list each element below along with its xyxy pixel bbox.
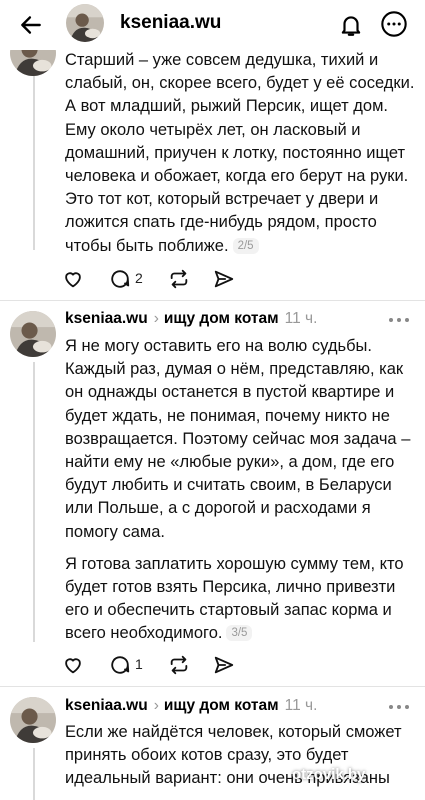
heart-icon [65,272,81,288]
watermark: otzovik.by [292,766,366,783]
reply-count: 1 [135,656,143,672]
share-button[interactable] [213,268,235,292]
post-header: kseniaa.wu › ищу дом котам 11 ч. [65,310,317,332]
chevron-right-icon: › [153,697,159,714]
post-actions: 2 [62,268,262,294]
more-icon[interactable] [380,10,408,38]
post-username[interactable]: kseniaa.wu [65,310,148,327]
post-group[interactable]: ищу дом котам [164,697,279,714]
repost-button[interactable] [168,268,190,292]
divider [0,686,425,687]
thread-line [33,362,35,642]
profile-username[interactable]: kseniaa.wu [120,12,221,34]
avatar[interactable] [10,697,56,743]
like-button[interactable] [62,268,84,292]
post-time: 11 ч. [284,697,318,714]
comment-icon [111,270,130,288]
post-actions: 1 [62,654,262,680]
reply-button[interactable]: 1 [109,654,149,678]
arrow-left-icon[interactable] [18,12,44,38]
post-header: kseniaa.wu › ищу дом котам 11 ч. [65,697,317,719]
thread-line [33,50,35,250]
post-paragraph: Я не могу оставить его на волю судьбы. К… [65,337,411,541]
send-icon [214,656,234,674]
repost-icon [170,655,188,675]
repost-button[interactable] [168,654,190,678]
post-time: 11 ч. [284,310,318,327]
profile-avatar[interactable] [66,4,104,42]
comment-icon [111,656,130,674]
post-username[interactable]: kseniaa.wu [65,697,148,714]
page-indicator: 3/5 [226,625,253,642]
repost-icon [170,269,188,289]
share-button[interactable] [213,654,235,678]
heart-icon [65,658,81,674]
page-indicator: 2/5 [232,237,259,254]
top-bar-overlay: kseniaa.wu [0,0,425,50]
reply-button[interactable]: 2 [109,268,149,292]
reply-count: 2 [135,270,143,286]
bell-icon[interactable] [338,11,364,39]
chevron-right-icon: › [153,310,159,327]
send-icon [214,270,234,288]
post-text: Я не могу оставить его на волю судьбы. К… [65,335,415,646]
thread-line [33,748,35,800]
like-button[interactable] [62,654,84,678]
more-dots-icon[interactable] [388,703,410,711]
post-group[interactable]: ищу дом котам [164,310,279,327]
avatar[interactable] [10,311,56,357]
more-dots-icon[interactable] [388,316,410,324]
post-text: Старший – уже совсем дедушка, тихий и сл… [65,49,415,258]
post-paragraph: Старший – уже совсем дедушка, тихий и сл… [65,51,415,255]
divider [0,300,425,301]
